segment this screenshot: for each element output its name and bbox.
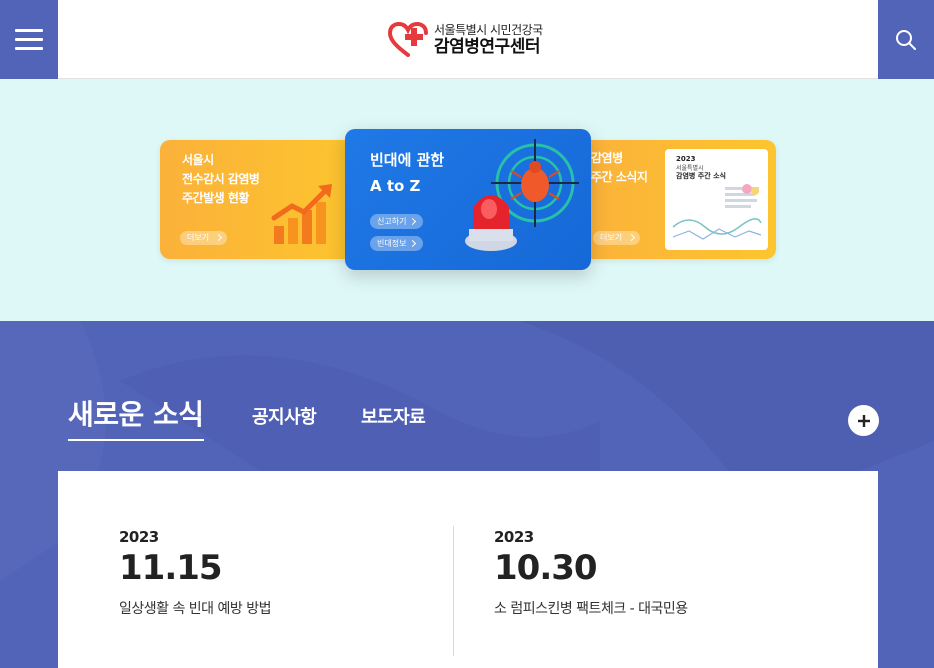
report-year: 2023 bbox=[676, 155, 696, 163]
banner-carousel: 서울시 전수감시 감염병 주간발생 현황 더보기 감염병 주간 소식지 더보기 … bbox=[0, 79, 934, 321]
newsletter-cover-image: 2023 서울특별시 감염병 주간 소식 bbox=[665, 149, 768, 250]
tab-new-news[interactable]: 새로운 소식 bbox=[68, 393, 204, 441]
hamburger-icon-line bbox=[15, 29, 43, 32]
bar-chart-arrow-icon bbox=[271, 184, 332, 244]
news-date: 10.30 bbox=[494, 548, 598, 588]
report-button[interactable]: 신고하기 bbox=[370, 214, 423, 229]
newsletter-illustration bbox=[672, 184, 762, 240]
menu-button[interactable] bbox=[0, 0, 58, 79]
banner-title: 빈대에 관한 A to Z bbox=[370, 151, 445, 195]
hamburger-icon-line bbox=[15, 47, 43, 50]
more-button[interactable]: 더보기 bbox=[593, 231, 641, 245]
hamburger-icon-line bbox=[15, 38, 43, 41]
news-item[interactable]: 2023 10.30 소 럼피스킨병 팩트체크 - 대국민용 bbox=[494, 528, 688, 618]
news-year: 2023 bbox=[494, 528, 534, 546]
banner-card-newsletter[interactable]: 감염병 주간 소식지 더보기 2023 서울특별시 감염병 주간 소식 bbox=[576, 140, 776, 259]
banner-card-weekly-status[interactable]: 서울시 전수감시 감염병 주간발생 현황 더보기 bbox=[160, 140, 360, 259]
news-title: 소 럼피스킨병 팩트체크 - 대국민용 bbox=[494, 601, 688, 617]
report-title: 감염병 주간 소식 bbox=[676, 172, 726, 180]
more-button[interactable]: 더보기 bbox=[180, 231, 228, 245]
news-section: 새로운 소식 공지사항 보도자료 2023 11.15 일상생활 속 빈대 예방… bbox=[0, 321, 934, 668]
news-year: 2023 bbox=[119, 528, 159, 546]
site-logo[interactable]: 서울특별시 시민건강국 감염병연구센터 bbox=[388, 22, 543, 58]
news-list-panel: 2023 11.15 일상생활 속 빈대 예방 방법 2023 10.30 소 … bbox=[58, 471, 878, 668]
banner-title: 감염병 주간 소식지 bbox=[591, 151, 648, 184]
search-button[interactable] bbox=[878, 0, 934, 79]
tab-press-releases[interactable]: 보도자료 bbox=[361, 403, 426, 429]
search-icon bbox=[896, 29, 916, 50]
logo-subtitle: 서울특별시 시민건강국 bbox=[434, 23, 543, 37]
alarm-bug-target-icon bbox=[465, 139, 579, 251]
divider bbox=[453, 526, 454, 656]
banner-card-bedbug[interactable]: 빈대에 관한 A to Z 신고하기 빈대정보 bbox=[345, 129, 591, 270]
site-header: 서울특별시 시민건강국 감염병연구센터 bbox=[0, 0, 934, 79]
news-title: 일상생활 속 빈대 예방 방법 bbox=[119, 601, 271, 617]
logo-title: 감염병연구센터 bbox=[434, 37, 540, 57]
bedbug-info-button[interactable]: 빈대정보 bbox=[370, 236, 423, 251]
more-news-button[interactable] bbox=[848, 405, 879, 436]
news-date: 11.15 bbox=[119, 548, 223, 588]
banner-title: 서울시 전수감시 감염병 주간발생 현황 bbox=[182, 153, 260, 205]
tab-notices[interactable]: 공지사항 bbox=[252, 403, 317, 429]
plus-icon bbox=[857, 414, 870, 427]
news-item[interactable]: 2023 11.15 일상생활 속 빈대 예방 방법 bbox=[119, 528, 271, 618]
heart-cross-icon bbox=[388, 22, 428, 57]
